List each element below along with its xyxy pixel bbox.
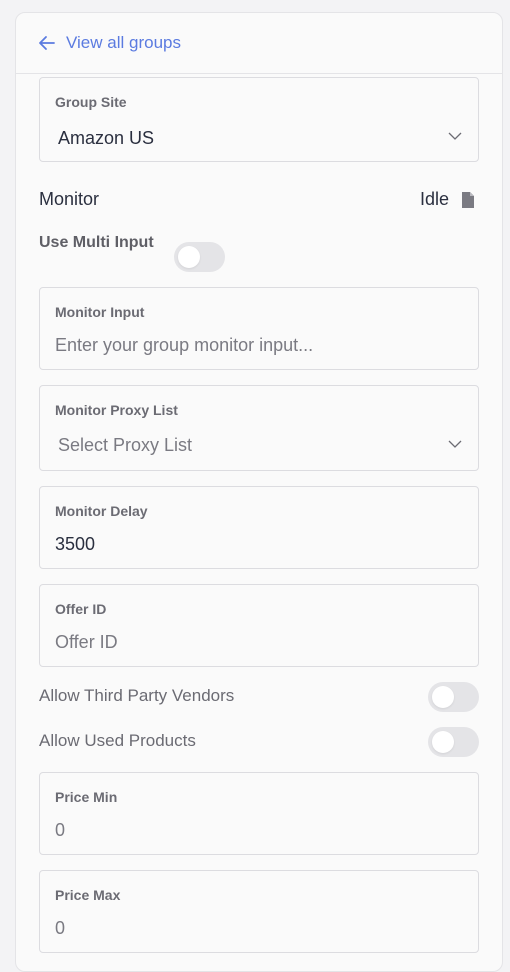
used-products-row: Allow Used Products	[39, 731, 196, 751]
monitor-row: Monitor Idle	[39, 189, 479, 210]
monitor-input-field[interactable]: Monitor Input Enter your group monitor i…	[39, 287, 479, 370]
price-max-label: Price Max	[55, 887, 121, 903]
monitor-delay-value: 3500	[55, 534, 96, 554]
monitor-title: Monitor	[39, 189, 100, 209]
third-party-row: Allow Third Party Vendors	[39, 686, 234, 706]
multi-input-row: Use Multi Input	[39, 234, 154, 252]
monitor-status: Idle	[420, 189, 475, 210]
group-site-label: Group Site	[55, 94, 127, 110]
used-products-label: Allow Used Products	[39, 731, 196, 750]
price-max-field[interactable]: Price Max 0	[39, 870, 479, 953]
proxy-list-value: Select Proxy List	[58, 435, 193, 455]
monitor-delay-label: Monitor Delay	[55, 503, 148, 519]
monitor-input-placeholder: Enter your group monitor input...	[55, 335, 314, 355]
file-icon[interactable]	[461, 191, 475, 209]
group-site-select[interactable]: Group Site Amazon US	[39, 77, 479, 162]
toggle-knob	[432, 686, 454, 708]
price-max-value: 0	[55, 918, 66, 938]
offer-id-label: Offer ID	[55, 601, 107, 617]
chevron-down-icon	[448, 132, 462, 140]
monitor-status-text: Idle	[419, 189, 449, 209]
offer-id-placeholder: Offer ID	[55, 632, 118, 652]
chevron-down-icon	[448, 440, 462, 448]
price-min-field[interactable]: Price Min 0	[39, 772, 479, 855]
group-settings-panel: View all groups Group Site Amazon US Mon…	[15, 12, 503, 972]
monitor-input-label: Monitor Input	[55, 304, 145, 320]
proxy-list-select[interactable]: Monitor Proxy List Select Proxy List	[39, 385, 479, 471]
third-party-toggle[interactable]	[428, 682, 479, 712]
toggle-knob	[178, 246, 200, 268]
used-products-toggle[interactable]	[428, 727, 479, 757]
multi-input-label: Use Multi Input	[39, 234, 154, 251]
offer-id-field[interactable]: Offer ID Offer ID	[39, 584, 479, 667]
multi-input-toggle[interactable]	[174, 242, 225, 272]
proxy-list-label: Monitor Proxy List	[55, 402, 178, 418]
price-min-value: 0	[55, 820, 66, 840]
third-party-label: Allow Third Party Vendors	[39, 686, 235, 705]
monitor-delay-field[interactable]: Monitor Delay 3500	[39, 486, 479, 569]
toggle-knob	[432, 731, 454, 753]
arrow-left-icon	[39, 36, 55, 50]
back-link-label: View all groups	[66, 33, 181, 52]
price-min-label: Price Min	[55, 789, 118, 805]
group-site-value: Amazon US	[58, 128, 155, 148]
back-link[interactable]: View all groups	[16, 13, 502, 74]
